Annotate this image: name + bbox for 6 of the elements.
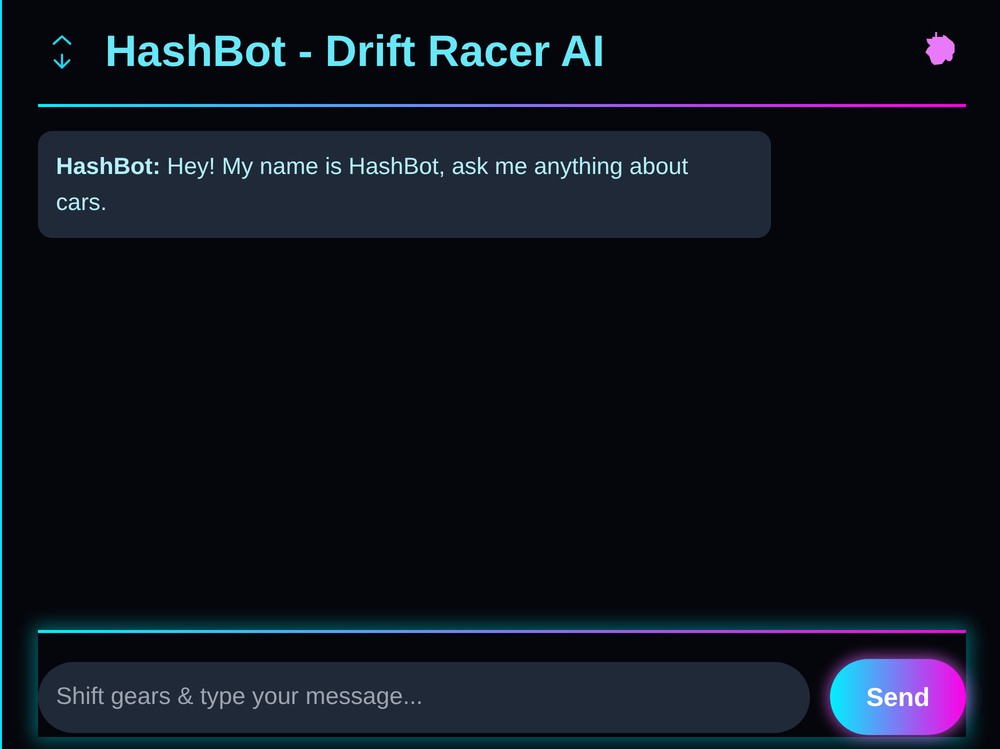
blob-icon: [924, 31, 956, 65]
send-button[interactable]: Send: [830, 659, 966, 735]
app-title: HashBot - Drift Racer AI: [105, 27, 606, 77]
up-down-arrows-icon: [51, 34, 73, 70]
message-input[interactable]: Shift gears & type your message...: [38, 662, 810, 732]
bot-message: HashBot: Hey! My name is HashBot, ask me anything about cars.: [38, 131, 771, 238]
